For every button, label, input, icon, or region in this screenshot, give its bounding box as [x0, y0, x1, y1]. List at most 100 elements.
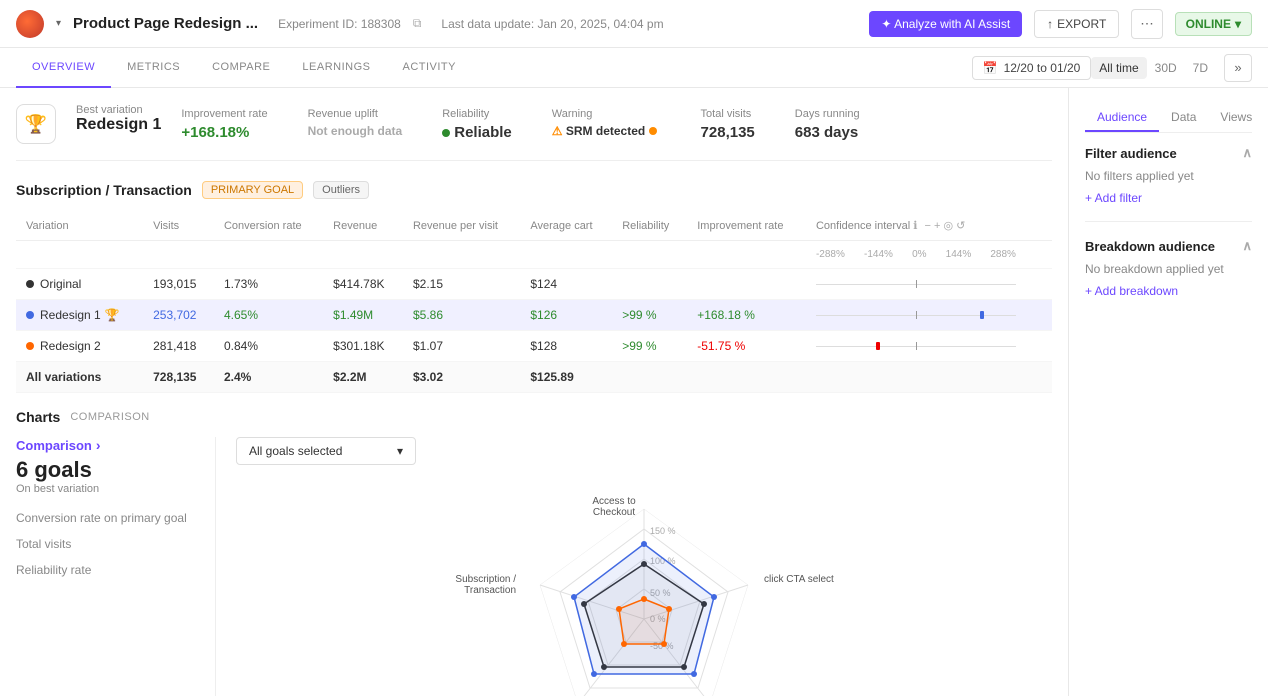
chevron-right-icon: › — [96, 437, 101, 453]
dropdown-chevron-icon: ▾ — [397, 444, 403, 458]
reliability-metric: Reliability Reliable — [442, 108, 512, 141]
confidence-bar-cell — [806, 300, 1052, 331]
date-range-label: 12/20 to 01/20 — [1004, 61, 1081, 75]
tab-metrics[interactable]: METRICS — [111, 48, 196, 88]
confidence-bar-cell — [806, 269, 1052, 300]
experiment-id: Experiment ID: 188308 — [278, 17, 401, 31]
revenue-uplift-metric: Revenue uplift Not enough data — [308, 108, 403, 138]
refresh-icon[interactable]: ↺ — [956, 220, 965, 232]
comparison-badge: COMPARISON — [70, 411, 149, 423]
best-variation-section: 🏆 Best variation Redesign 1 Improvement … — [16, 104, 1052, 161]
svg-text:Subscription /: Subscription / — [455, 574, 516, 585]
table-row: Original 193,015 1.73% $414.78K $2.15 $1… — [16, 269, 1052, 300]
col-revenue: Revenue — [323, 211, 403, 241]
comparison-title: Comparison › — [16, 437, 199, 453]
copy-icon[interactable]: ⧉ — [413, 16, 422, 31]
tab-views[interactable]: Views — [1208, 104, 1264, 132]
col-avg-cart: Average cart — [520, 211, 612, 241]
svg-text:Access to: Access to — [592, 496, 636, 507]
collapse-filter-icon[interactable]: ∧ — [1242, 145, 1252, 161]
charts-section: Charts COMPARISON Comparison › 6 goals O… — [16, 409, 1052, 696]
confidence-labels-row: -288% -144% 0% 144% 288% — [16, 241, 1052, 269]
variation-cell: All variations — [16, 362, 143, 393]
table-row: Redesign 2 281,418 0.84% $301.18K $1.07 … — [16, 331, 1052, 362]
filter-audience-title: Filter audience — [1085, 146, 1177, 161]
comparison-item[interactable]: Comparison › 6 goals On best variation — [16, 437, 199, 495]
col-improvement: Improvement rate — [687, 211, 806, 241]
more-options-button[interactable]: ⋯ — [1131, 9, 1162, 39]
table-section-title: Subscription / Transaction — [16, 182, 192, 198]
results-table: Variation Visits Conversion rate Revenue… — [16, 211, 1052, 393]
goals-sub: On best variation — [16, 483, 199, 495]
filter-audience-section: Filter audience ∧ No filters applied yet… — [1085, 145, 1252, 205]
collapse-panel-button[interactable]: » — [1224, 54, 1252, 82]
add-breakdown-button[interactable]: + Add breakdown — [1085, 284, 1252, 298]
no-breakdown-text: No breakdown applied yet — [1085, 262, 1252, 276]
svg-text:click CTA select: click CTA select — [764, 574, 834, 585]
best-variation-icon: 🏆 — [16, 104, 56, 144]
variation-name-label: Redesign 2 — [40, 339, 101, 353]
minus-icon[interactable]: − — [924, 220, 930, 232]
export-button[interactable]: ↑ EXPORT — [1034, 10, 1119, 38]
panel-divider — [1085, 221, 1252, 222]
plus-icon[interactable]: + — [934, 220, 940, 232]
improvement-rate-metric: Improvement rate +168.18% — [181, 108, 267, 141]
table-row: Redesign 1 🏆 253,702 4.65% $1.49M $5.86 … — [16, 300, 1052, 331]
main-content: 🏆 Best variation Redesign 1 Improvement … — [0, 88, 1068, 696]
reliability-label: Reliability rate — [16, 563, 199, 577]
all-time-button[interactable]: All time — [1091, 57, 1146, 79]
best-variation-info: Best variation Redesign 1 — [76, 104, 161, 134]
settings-icon[interactable]: ◎ — [943, 220, 953, 232]
goals-dropdown[interactable]: All goals selected ▾ — [236, 437, 416, 465]
add-filter-button[interactable]: + Add filter — [1085, 191, 1252, 205]
info-icon: ℹ — [913, 220, 917, 232]
col-confidence: Confidence interval ℹ − + ◎ ↺ — [806, 211, 1052, 241]
charts-header: Charts COMPARISON — [16, 409, 1052, 425]
ai-assist-button[interactable]: ✦ Analyze with AI Assist — [869, 11, 1022, 37]
tab-activity[interactable]: ACTIVITY — [386, 48, 472, 88]
col-variation: Variation — [16, 211, 143, 241]
panel-tabs: Audience Data Views — [1085, 104, 1252, 133]
7d-button[interactable]: 7D — [1185, 57, 1216, 79]
chevron-down-icon[interactable]: ▾ — [56, 18, 61, 29]
tab-audience[interactable]: Audience — [1085, 104, 1159, 132]
right-panel: Audience Data Views Filter audience ∧ No… — [1068, 88, 1268, 696]
total-visits-label: Total visits — [16, 537, 199, 551]
tab-overview[interactable]: OVERVIEW — [16, 48, 111, 88]
goals-count: 6 goals — [16, 457, 199, 483]
outliers-badge[interactable]: Outliers — [313, 181, 369, 199]
calendar-icon: 📅 — [983, 61, 998, 75]
best-variation-label: Best variation — [76, 104, 161, 116]
page-title: Product Page Redesign ... — [73, 15, 258, 32]
variation-dot — [26, 311, 34, 319]
charts-layout: Comparison › 6 goals On best variation C… — [16, 437, 1052, 696]
trophy-icon: 🏆 — [105, 308, 120, 322]
brand-logo — [16, 10, 44, 38]
col-rev-per-visit: Revenue per visit — [403, 211, 520, 241]
tab-learnings[interactable]: LEARNINGS — [286, 48, 386, 88]
primary-goal-badge: PRIMARY GOAL — [202, 181, 303, 199]
top-header: ▾ Product Page Redesign ... Experiment I… — [0, 0, 1268, 48]
radar-chart-area: All goals selected ▾ — [236, 437, 1052, 696]
tab-compare[interactable]: COMPARE — [196, 48, 286, 88]
status-chevron-icon: ▾ — [1235, 17, 1241, 31]
best-variation-name: Redesign 1 — [76, 116, 161, 134]
table-header-row: Variation Visits Conversion rate Revenue… — [16, 211, 1052, 241]
svg-text:Transaction: Transaction — [464, 585, 516, 596]
date-range-button[interactable]: 📅 12/20 to 01/20 — [972, 56, 1092, 80]
breakdown-audience-section: Breakdown audience ∧ No breakdown applie… — [1085, 238, 1252, 298]
tab-data[interactable]: Data — [1159, 104, 1208, 132]
30d-button[interactable]: 30D — [1147, 57, 1185, 79]
main-layout: 🏆 Best variation Redesign 1 Improvement … — [0, 88, 1268, 696]
collapse-breakdown-icon[interactable]: ∧ — [1242, 238, 1252, 254]
breakdown-audience-title: Breakdown audience — [1085, 239, 1215, 254]
nav-tabs: OVERVIEW METRICS COMPARE LEARNINGS ACTIV… — [0, 48, 1268, 88]
variation-cell: Redesign 1 🏆 — [16, 300, 143, 331]
days-running-metric: Days running 683 days — [795, 108, 860, 141]
table-row-all-variations: All variations 728,135 2.4% $2.2M $3.02 … — [16, 362, 1052, 393]
charts-title: Charts — [16, 409, 60, 425]
confidence-bar-cell — [806, 331, 1052, 362]
charts-left-panel: Comparison › 6 goals On best variation C… — [16, 437, 216, 696]
export-icon: ↑ — [1047, 17, 1053, 31]
col-reliability: Reliability — [612, 211, 687, 241]
